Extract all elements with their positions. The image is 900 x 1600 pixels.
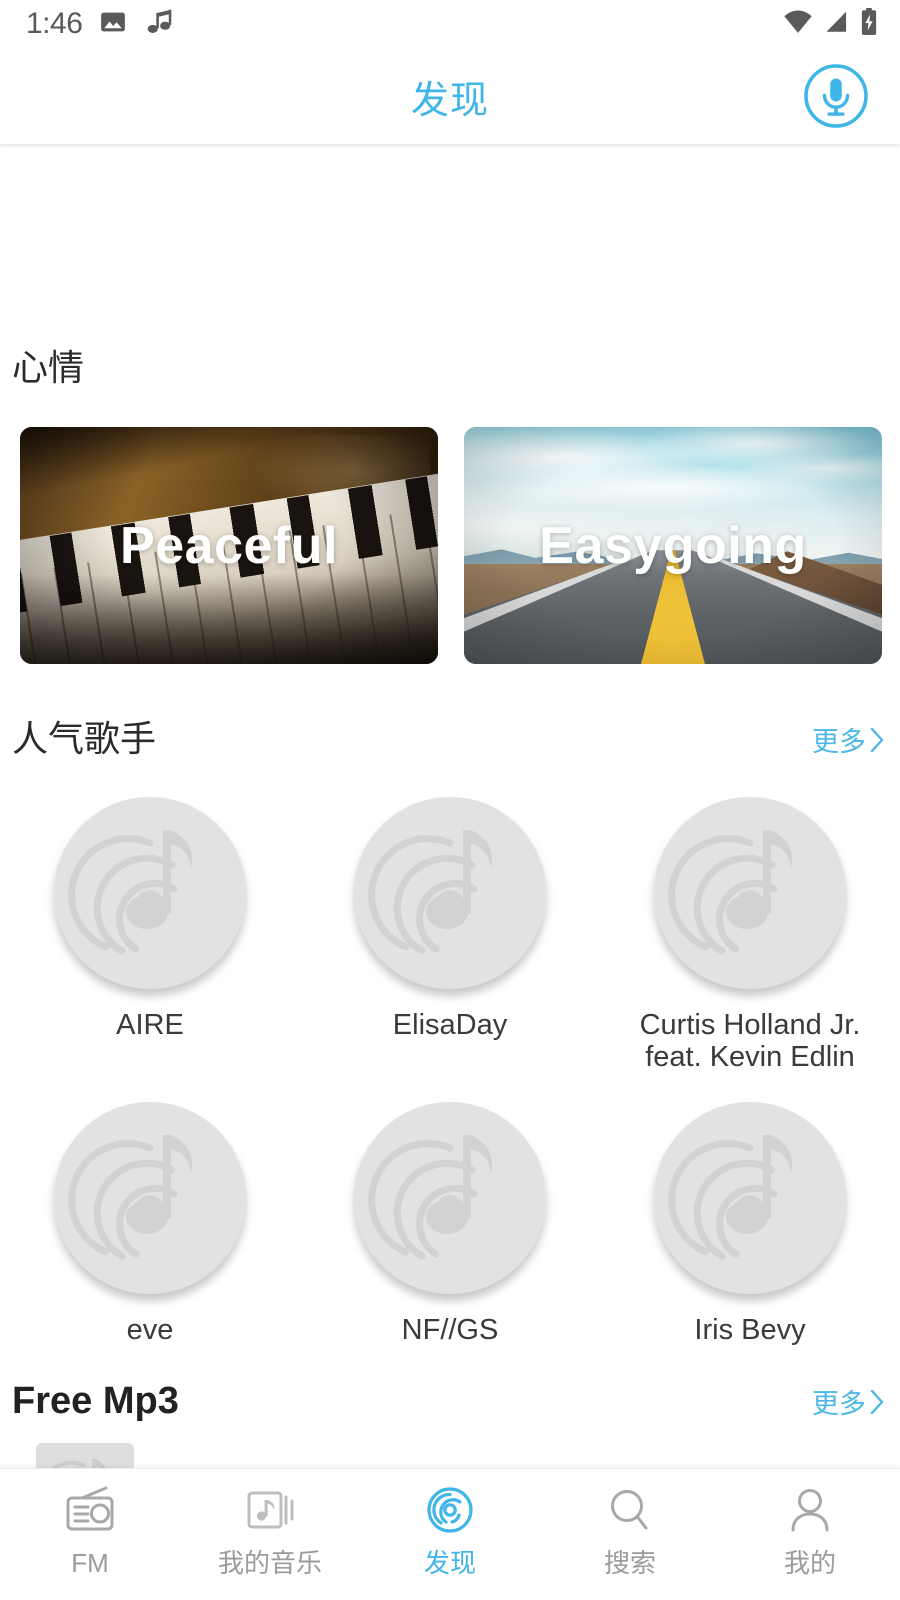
- tab-label: 我的音乐: [218, 1550, 322, 1576]
- page-title: 发现: [0, 48, 900, 144]
- image-icon: [98, 7, 128, 42]
- mood-card-easygoing[interactable]: Easygoing: [464, 427, 882, 664]
- radio-icon: [62, 1485, 118, 1540]
- music-note-icon: [144, 7, 176, 42]
- free-mp3-more-link[interactable]: 更多: [812, 1388, 886, 1421]
- avatar: [354, 1102, 546, 1294]
- person-icon: [782, 1485, 838, 1540]
- artists-more-label: 更多: [812, 729, 866, 756]
- artist-item[interactable]: eve: [0, 1074, 300, 1346]
- tab-label: 发现: [424, 1550, 476, 1576]
- artist-item[interactable]: NF//GS: [300, 1074, 600, 1346]
- artist-item[interactable]: ElisaDay: [300, 769, 600, 1074]
- artist-name: ElisaDay: [393, 1009, 507, 1041]
- status-bar-right: [782, 8, 878, 41]
- artist-name: NF//GS: [402, 1314, 499, 1346]
- mood-card-label: Peaceful: [20, 516, 438, 576]
- avatar: [54, 797, 246, 989]
- app-header: 发现: [0, 48, 900, 144]
- chevron-right-icon: [869, 1388, 886, 1421]
- status-bar: 1:46: [0, 0, 900, 48]
- artists-section-title: 人气歌手: [12, 721, 156, 757]
- microphone-icon[interactable]: [802, 62, 870, 130]
- artist-item[interactable]: AIRE: [0, 769, 300, 1074]
- cellular-signal-icon: [824, 9, 850, 40]
- tab-discover[interactable]: 发现: [360, 1469, 540, 1576]
- artist-name: Curtis Holland Jr. feat. Kevin Edlin: [619, 1009, 881, 1074]
- artist-name: eve: [127, 1314, 174, 1346]
- mood-card-peaceful[interactable]: Peaceful: [20, 427, 438, 664]
- scroll-content[interactable]: 心情 Peaceful: [0, 145, 900, 1468]
- tab-fm[interactable]: FM: [0, 1469, 180, 1576]
- battery-charging-icon: [860, 8, 878, 41]
- tab-label: 我的: [784, 1550, 836, 1576]
- free-mp3-more-label: 更多: [812, 1391, 866, 1418]
- mood-section-title: 心情: [12, 350, 84, 386]
- artists-section-header: 人气歌手 更多: [0, 721, 900, 759]
- status-bar-left: 1:46: [26, 7, 176, 42]
- tab-label: 搜索: [604, 1550, 656, 1576]
- free-mp3-section-title: Free Mp3: [12, 1382, 179, 1420]
- track-thumbnail: [36, 1443, 134, 1468]
- music-library-icon: [242, 1485, 298, 1540]
- artist-name: Iris Bevy: [694, 1314, 805, 1346]
- mood-section-header: 心情: [0, 350, 900, 386]
- free-mp3-section-header: Free Mp3 更多: [0, 1382, 900, 1421]
- tab-profile[interactable]: 我的: [720, 1469, 900, 1576]
- app-root: 1:46: [0, 0, 900, 1600]
- tab-search[interactable]: 搜索: [540, 1469, 720, 1576]
- status-time: 1:46: [26, 9, 82, 39]
- artists-more-link[interactable]: 更多: [812, 726, 886, 759]
- avatar: [654, 1102, 846, 1294]
- bottom-tab-bar: FM 我的音乐: [0, 1468, 900, 1600]
- mood-card-row[interactable]: Peaceful Easygoing: [0, 427, 900, 664]
- avatar: [354, 797, 546, 989]
- avatar: [54, 1102, 246, 1294]
- artist-item[interactable]: Curtis Holland Jr. feat. Kevin Edlin: [600, 769, 900, 1074]
- tab-my-music[interactable]: 我的音乐: [180, 1469, 360, 1576]
- artist-grid: AIRE ElisaDay: [0, 769, 900, 1346]
- tab-label: FM: [71, 1550, 109, 1576]
- artist-name: AIRE: [116, 1009, 184, 1041]
- search-icon: [602, 1485, 658, 1540]
- chevron-right-icon: [869, 726, 886, 759]
- free-mp3-list-item[interactable]: Postmortem: [0, 1443, 900, 1468]
- avatar: [654, 797, 846, 989]
- mood-card-label: Easygoing: [464, 516, 882, 576]
- artist-item[interactable]: Iris Bevy: [600, 1074, 900, 1346]
- vinyl-disc-icon: [422, 1485, 478, 1540]
- wifi-icon: [782, 9, 814, 40]
